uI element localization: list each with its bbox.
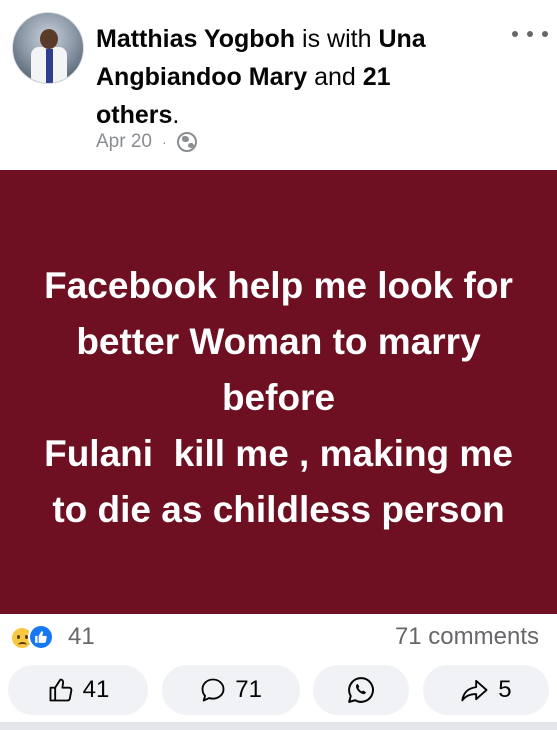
avatar-stole: [46, 49, 53, 83]
post-text: Facebook help me look for better Woman t…: [44, 246, 513, 538]
post-text-line: before: [221, 377, 336, 418]
author-avatar[interactable]: [12, 12, 84, 84]
thumbs-up-icon: [49, 678, 72, 702]
post-author-line: Matthias Yogboh is with Una Angbiandoo M…: [96, 25, 426, 129]
whatsapp-icon: [348, 677, 375, 703]
more-options-icon[interactable]: [512, 24, 548, 44]
post-text-line: to die as childless person: [52, 489, 505, 530]
share-button[interactable]: 5: [422, 665, 549, 715]
reaction-icons[interactable]: [10, 624, 66, 650]
reaction-count[interactable]: 41: [68, 623, 95, 651]
action-bar: 41 71 5: [0, 658, 557, 722]
globe-icon[interactable]: [176, 132, 197, 152]
post-content: Facebook help me look for better Woman t…: [0, 170, 557, 614]
comment-icon: [201, 678, 225, 702]
whatsapp-share-button[interactable]: [313, 665, 410, 715]
like-button[interactable]: 41: [8, 665, 148, 715]
author-name[interactable]: Matthias Yogboh: [96, 25, 295, 53]
comments-count[interactable]: 71 comments: [395, 623, 539, 651]
post-date[interactable]: Apr 20: [96, 131, 152, 153]
share-count: 5: [498, 676, 512, 703]
post-meta: Apr 20 ·: [96, 131, 197, 153]
avatar-head: [40, 29, 58, 49]
post-text-line: better Woman to marry: [76, 321, 481, 362]
post-text-line: Fulani kill me , making me: [44, 433, 513, 474]
like-count: 41: [82, 676, 110, 703]
with-text: is with: [302, 25, 372, 53]
post-text-line: Facebook help me look for: [44, 265, 513, 306]
comment-button[interactable]: 71: [161, 665, 300, 715]
others-label: others: [96, 101, 173, 129]
share-arrow-icon: [461, 679, 488, 702]
comment-count: 71: [235, 676, 262, 703]
and-text: and: [314, 63, 356, 91]
post-header: Matthias Yogboh is with Una Angbiandoo M…: [0, 0, 557, 168]
others-count: 21: [362, 63, 391, 91]
meta-separator: ·: [161, 134, 167, 150]
like-icon: [28, 624, 54, 650]
divider: [0, 722, 557, 730]
post-stats: 41 71 comments: [0, 614, 557, 658]
